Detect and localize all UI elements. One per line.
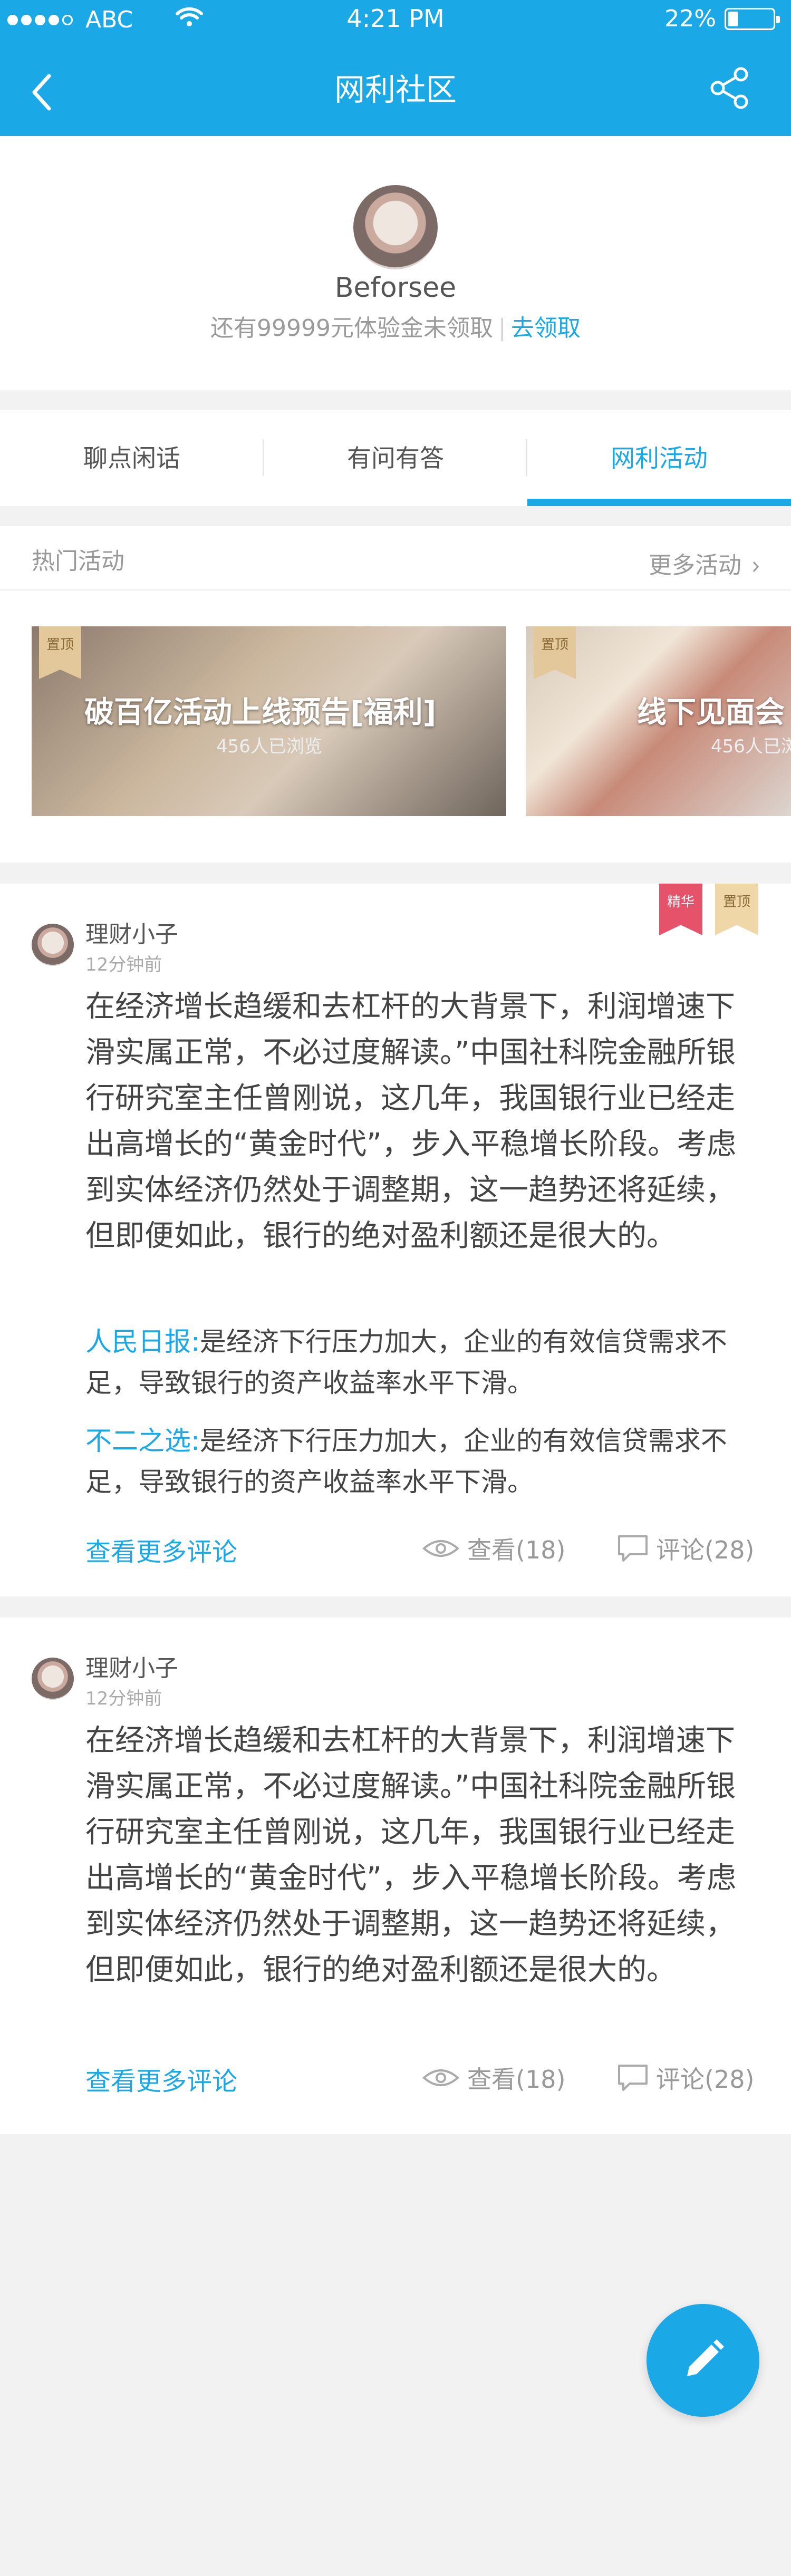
- post-card: 精华 置顶 理财小子 12分钟前 在经济增长趋缓和去杠杆的大背景下，利润增速下滑…: [0, 884, 791, 1596]
- claim-link[interactable]: 去领取: [511, 315, 581, 342]
- comments-stat[interactable]: 评论(28): [617, 2060, 754, 2095]
- more-comments-link[interactable]: 查看更多评论: [85, 1531, 237, 1568]
- comments-count: 评论(28): [656, 2065, 755, 2094]
- status-bar: ABC 4:21 PM 22%: [0, 0, 791, 38]
- pinned-badge: 置顶: [534, 626, 576, 679]
- profile-name: Beforsee: [334, 272, 457, 304]
- tab-qa[interactable]: 有问有答: [264, 410, 527, 506]
- tab-bar: 聊点闲话 有问有答 网利活动: [0, 410, 791, 506]
- pencil-icon: [687, 2339, 724, 2376]
- chevron-right-icon: [753, 561, 759, 572]
- section-title: 热门活动: [32, 548, 124, 575]
- comment-author[interactable]: 人民日报:: [85, 1326, 200, 1357]
- card-title: 线下见面会: [637, 695, 785, 730]
- tab-label: 有问有答: [347, 444, 444, 472]
- status-right: 22%: [664, 5, 780, 32]
- profile-trial-line: 还有99999元体验金未领取 去领取: [0, 309, 791, 343]
- comment-author[interactable]: 不二之选:: [85, 1426, 200, 1456]
- eye-icon: [422, 2069, 460, 2086]
- featured-badge: 精华: [659, 884, 702, 935]
- views-count: 查看(18): [467, 1536, 566, 1564]
- profile-section: Beforsee 还有99999元体验金未领取 去领取: [0, 136, 791, 390]
- views-count: 查看(18): [467, 2065, 566, 2094]
- post-footer: 查看更多评论 查看(18) 评论(28): [0, 2060, 791, 2103]
- hot-header: 热门活动 更多活动: [0, 526, 791, 590]
- card-views: 456人已浏览: [216, 736, 322, 757]
- trial-text: 还有99999元体验金未领取: [210, 315, 493, 342]
- activity-card[interactable]: 置顶 破百亿活动上线预告[福利] 456人已浏览: [32, 626, 506, 816]
- post-time: 12分钟前: [85, 954, 162, 975]
- card-views: 456人已浏: [711, 736, 791, 757]
- compose-button[interactable]: [647, 2304, 759, 2417]
- page-title: 网利社区: [334, 72, 457, 108]
- tab-label: 网利活动: [611, 444, 708, 472]
- post-body: 在经济增长趋缓和去杠杆的大背景下，利润增速下滑实属正常，不必过度解读。”中国社科…: [85, 990, 737, 1253]
- avatar[interactable]: [32, 924, 74, 966]
- comment-item: 人民日报:是经济下行压力加大，企业的有效信贷需求不足，导致银行的资产收益率水平下…: [85, 1321, 760, 1403]
- card-title: 破百亿活动上线预告[福利]: [84, 695, 437, 730]
- post-footer: 查看更多评论 查看(18) 评论(28): [0, 1531, 791, 1573]
- more-comments-link[interactable]: 查看更多评论: [85, 2060, 237, 2097]
- post-time: 12分钟前: [85, 1688, 162, 1709]
- tab-chat[interactable]: 聊点闲话: [0, 410, 264, 506]
- post-card: 理财小子 12分钟前 在经济增长趋缓和去杠杆的大背景下，利润增速下滑实属正常，不…: [0, 1618, 791, 2134]
- comment-icon: [618, 2065, 648, 2091]
- comments-count: 评论(28): [656, 1536, 755, 1564]
- post-author[interactable]: 理财小子: [85, 915, 178, 949]
- more-activities-label: 更多活动: [649, 552, 741, 579]
- share-icon: [710, 67, 748, 109]
- pinned-badge: 置顶: [715, 884, 758, 935]
- avatar[interactable]: [32, 1658, 74, 1700]
- avatar[interactable]: [353, 185, 438, 269]
- battery-icon: [725, 7, 780, 30]
- hot-activities-section: 热门活动 更多活动 置顶 破百亿活动上线预告[福利] 456人已浏览 置顶 线下…: [0, 526, 791, 863]
- views-stat[interactable]: 查看(18): [422, 1531, 565, 1566]
- post-author[interactable]: 理财小子: [85, 1649, 178, 1683]
- activity-card[interactable]: 置顶 线下见面会 456人已浏: [526, 626, 791, 816]
- more-activities-link[interactable]: 更多活动: [649, 546, 759, 580]
- tab-label: 聊点闲话: [83, 444, 180, 472]
- share-button[interactable]: [707, 64, 754, 112]
- comment-item: 不二之选:是经济下行压力加大，企业的有效信贷需求不足，导致银行的资产收益率水平下…: [85, 1420, 760, 1503]
- app-header: ABC 4:21 PM 22% 网利社区: [0, 0, 791, 136]
- post-body: 在经济增长趋缓和去杠杆的大背景下，利润增速下滑实属正常，不必过度解读。”中国社科…: [85, 1723, 737, 1987]
- views-stat[interactable]: 查看(18): [422, 2060, 565, 2095]
- pinned-badge: 置顶: [39, 626, 81, 679]
- battery-percent: 22%: [664, 5, 716, 32]
- tab-activities[interactable]: 网利活动: [527, 410, 791, 506]
- eye-icon: [422, 1540, 460, 1557]
- comments-stat[interactable]: 评论(28): [617, 1531, 754, 1566]
- comment-icon: [618, 1535, 648, 1562]
